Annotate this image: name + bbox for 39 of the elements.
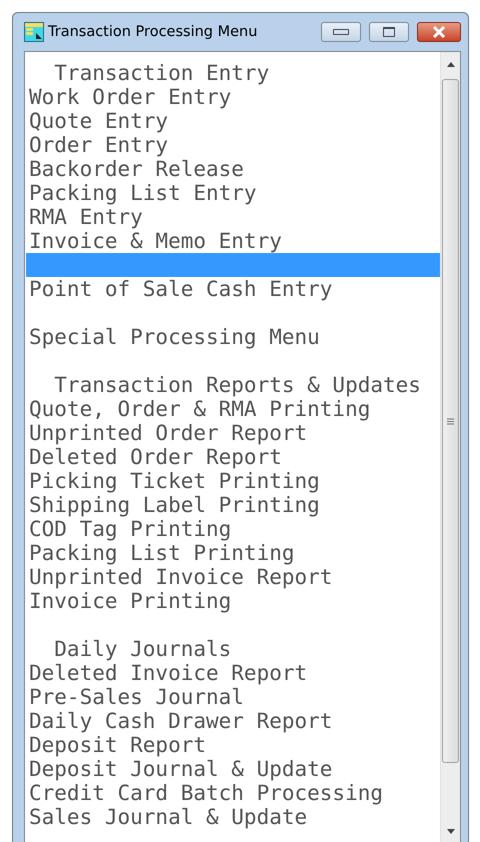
section-heading: Daily Journals [54, 637, 232, 661]
menu-item[interactable]: Packing List Printing [29, 541, 295, 565]
menu-item[interactable]: Deposit Report [29, 733, 206, 757]
menu-item[interactable]: COD Tag Printing [29, 517, 232, 541]
menu-item[interactable]: RMA Entry [29, 205, 143, 229]
menu-item[interactable]: Quote, Order & RMA Printing [29, 397, 370, 421]
menu-item[interactable]: Unprinted Order Report [29, 421, 308, 445]
maximize-button[interactable] [369, 22, 409, 42]
menu-item[interactable]: Quote Entry [29, 109, 168, 133]
menu-item[interactable]: Point of Sale Cash Entry [29, 277, 332, 301]
menu-item[interactable]: Daily Cash Drawer Report [29, 709, 332, 733]
menu-item[interactable]: Unprinted Invoice Report [29, 565, 332, 589]
menu-item[interactable]: Invoice Printing [29, 589, 232, 613]
menu-item[interactable]: Invoice & Memo Entry [29, 229, 282, 253]
menu-item[interactable]: Credit Card Batch Processing [29, 781, 384, 805]
menu-item[interactable]: Pre-Sales Journal [29, 685, 244, 709]
section-heading: Transaction Entry [54, 61, 270, 85]
menu-item[interactable]: Deleted Order Report [29, 445, 282, 469]
menu-item[interactable]: Deleted Invoice Report [29, 661, 308, 685]
menu-item[interactable]: Picking Ticket Printing [29, 469, 320, 493]
grip-icon [447, 418, 454, 424]
scrollbar[interactable] [440, 52, 460, 842]
menu-item[interactable]: Work Order Entry [29, 85, 232, 109]
close-icon [432, 26, 446, 38]
menu-item[interactable]: Sales Journal & Update [29, 805, 308, 829]
menu-item[interactable]: Packing List Entry [29, 181, 257, 205]
scroll-up-icon[interactable] [446, 62, 454, 67]
menu-item[interactable]: Order Entry [29, 133, 168, 157]
menu-item[interactable]: Shipping Label Printing [29, 493, 320, 517]
scroll-thumb[interactable] [442, 79, 459, 763]
close-button[interactable] [417, 22, 461, 42]
app-icon [24, 22, 44, 42]
scroll-down-icon[interactable] [446, 829, 454, 834]
minimize-button[interactable] [321, 22, 361, 42]
menu-item[interactable]: Special Processing Menu [29, 325, 320, 349]
window-title: Transaction Processing Menu [48, 24, 258, 40]
menu-item[interactable]: Backorder Release [29, 157, 244, 181]
menu-item[interactable]: Deposit Journal & Update [29, 757, 332, 781]
section-heading: Transaction Reports & Updates [54, 373, 421, 397]
